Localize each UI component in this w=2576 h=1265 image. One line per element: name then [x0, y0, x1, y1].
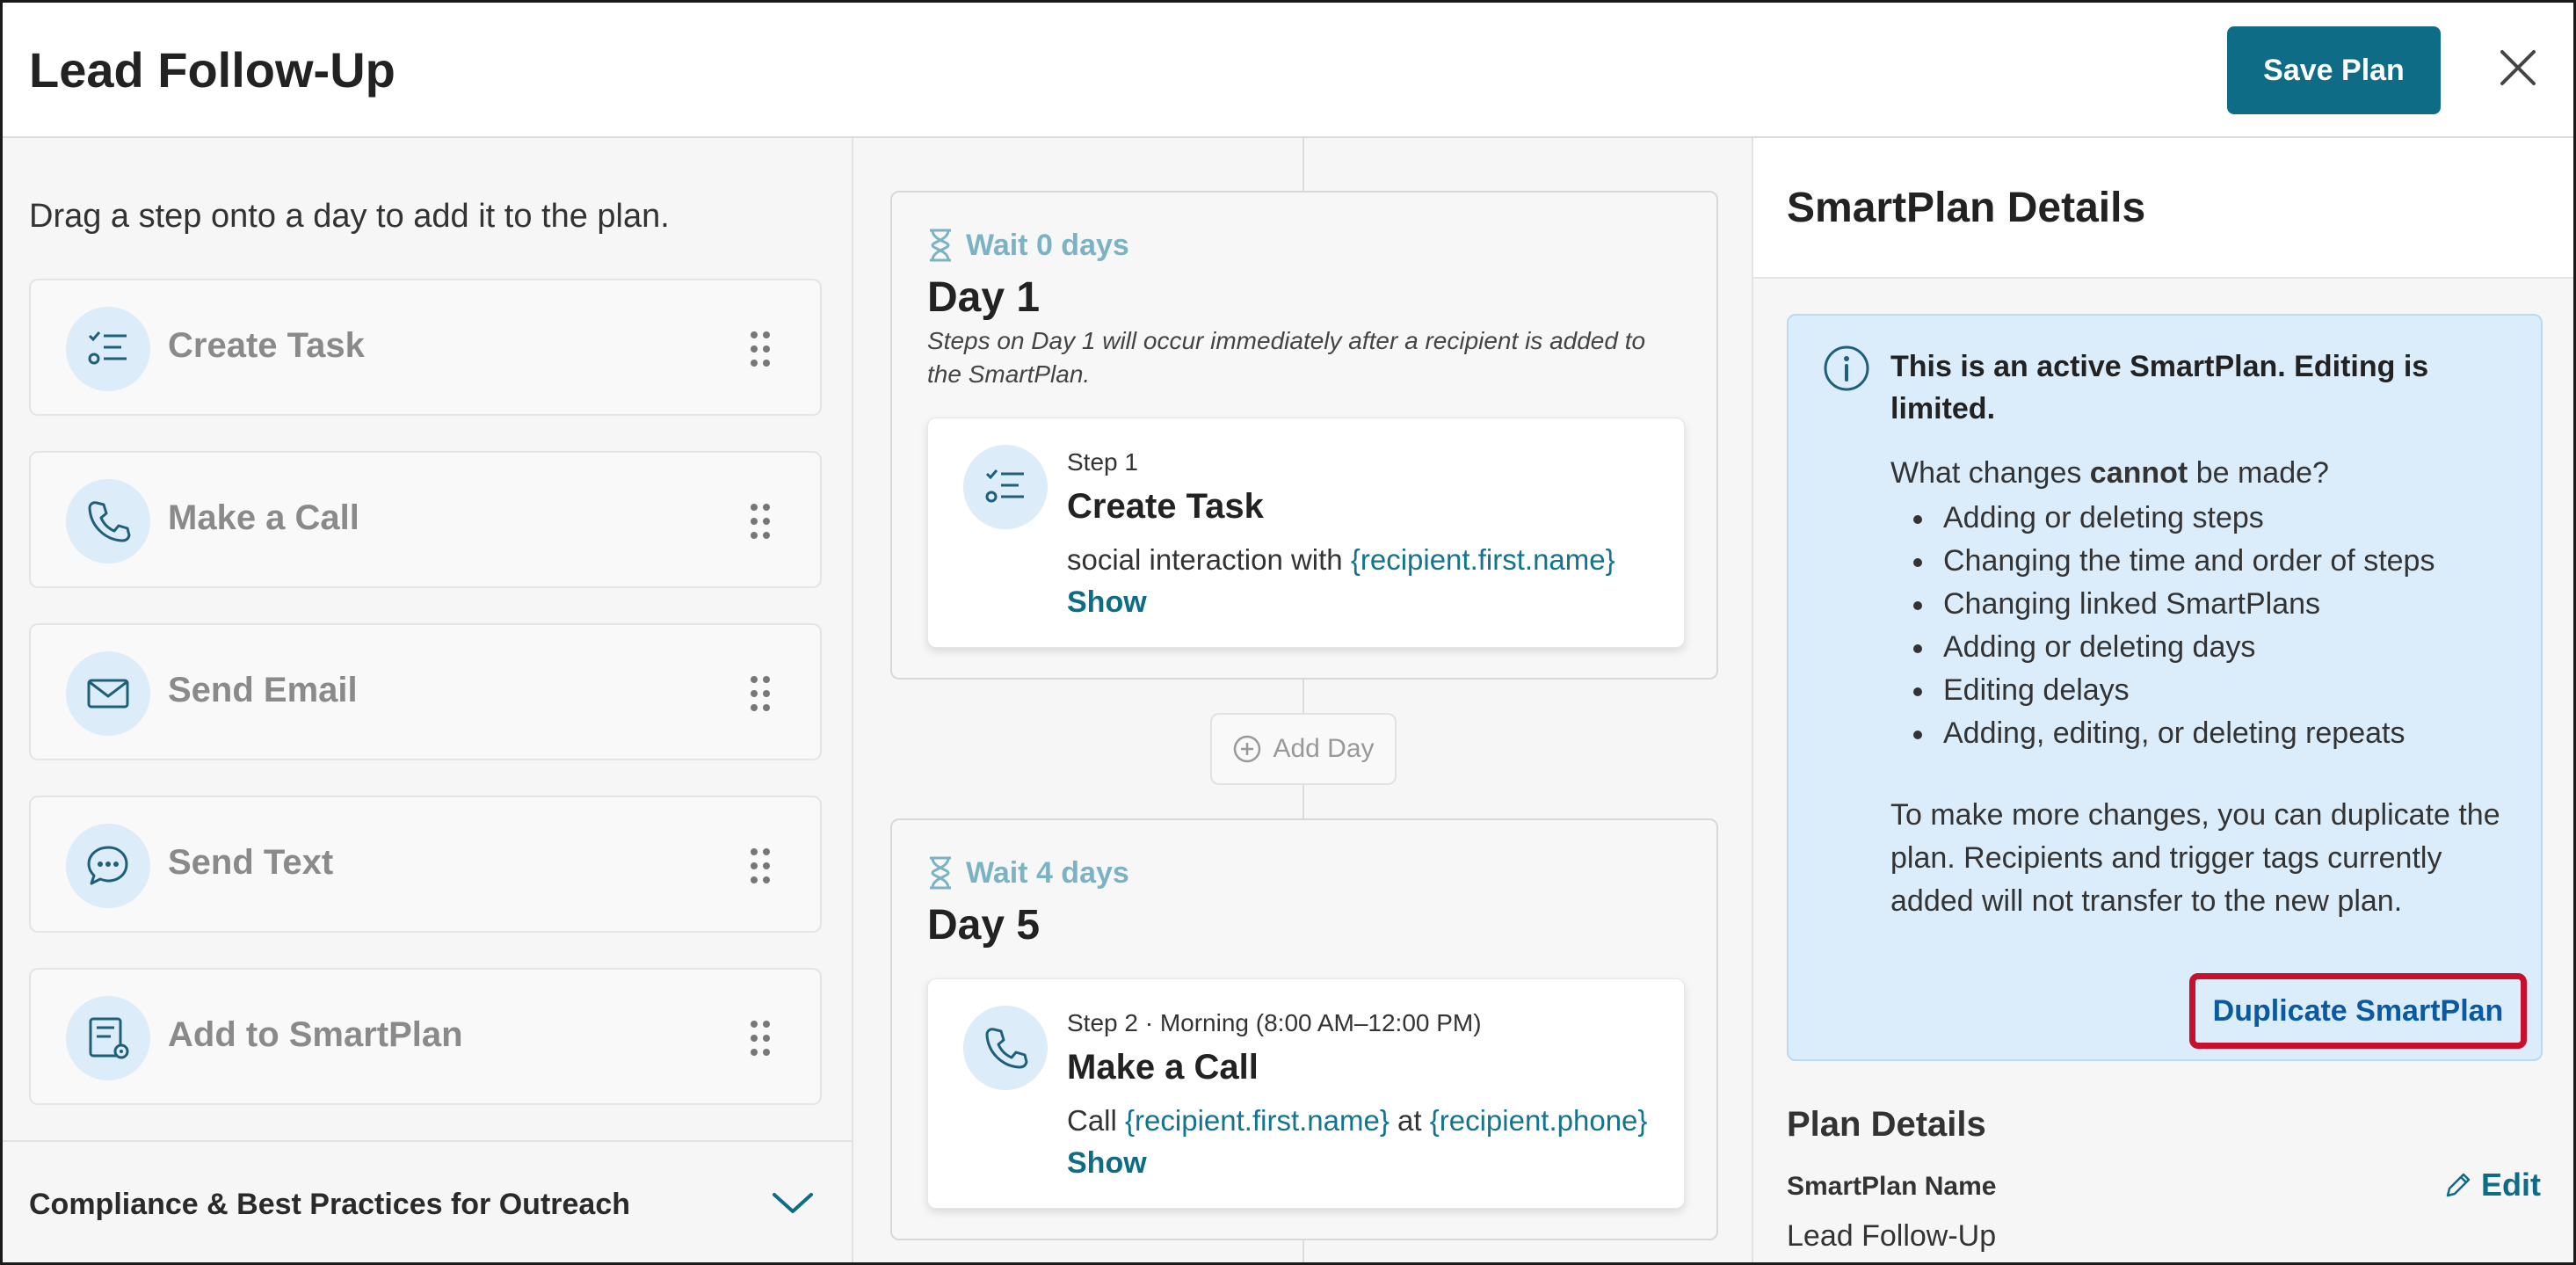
drag-handle-icon[interactable] [748, 330, 773, 368]
drag-handle-icon[interactable] [748, 674, 773, 713]
notice-question: What changes cannot be made? [1890, 456, 2329, 491]
plan-step-meta: Step 2 · Morning (8:00 AM–12:00 PM) [1067, 1009, 1482, 1036]
info-icon [1822, 344, 1871, 393]
plan-step-card[interactable]: Step 2 · Morning (8:00 AM–12:00 PM) Make… [927, 978, 1685, 1209]
wait-indicator[interactable]: Wait 0 days [927, 228, 1129, 263]
header-bar: Lead Follow-Up Save Plan [3, 3, 2573, 138]
envelope-icon [66, 651, 150, 736]
wait-label: Wait 0 days [966, 228, 1129, 262]
restriction-item: Adding or deleting steps [1890, 497, 2435, 540]
compliance-accordion[interactable]: Compliance & Best Practices for Outreach [3, 1140, 852, 1262]
phone-icon [963, 1006, 1048, 1090]
smartplan-gear-icon [66, 996, 150, 1080]
add-day-button[interactable]: Add Day [1210, 713, 1397, 785]
plan-name-value: Lead Follow-Up [1787, 1219, 1997, 1253]
plan-step-title: Make a Call [1067, 1048, 1259, 1087]
plan-step-body: Call {recipient.first.name} at {recipien… [1067, 1104, 1673, 1138]
palette-step-label: Make a Call [168, 498, 359, 537]
palette-step-send-text[interactable]: Send Text [29, 796, 822, 933]
edit-plan-name-link[interactable]: Edit [2442, 1167, 2541, 1203]
plan-step-title: Create Task [1067, 487, 1264, 526]
task-list-icon [963, 445, 1048, 529]
restriction-item: Changing the time and order of steps [1890, 540, 2435, 583]
restriction-item: Changing linked SmartPlans [1890, 583, 2435, 626]
hourglass-icon [930, 856, 951, 890]
close-icon[interactable] [2490, 40, 2546, 96]
plus-circle-icon [1234, 735, 1261, 763]
day-card-5: Wait 4 days Day 5 Step 2 · Morning (8:00… [890, 818, 1718, 1240]
smartplan-details-panel: SmartPlan Details This is an active Smar… [1753, 138, 2573, 1262]
drag-handle-icon[interactable] [748, 1019, 773, 1058]
drag-handle-icon[interactable] [748, 847, 773, 885]
page-title: Lead Follow-Up [29, 42, 395, 98]
plan-timeline: Wait 0 days Day 1 Steps on Day 1 will oc… [853, 138, 1753, 1262]
app-window: Lead Follow-Up Save Plan Drag a step ont… [0, 0, 2576, 1265]
day-card-1: Wait 0 days Day 1 Steps on Day 1 will oc… [890, 191, 1718, 680]
details-body: This is an active SmartPlan. Editing is … [1753, 279, 2573, 1262]
chevron-down-icon[interactable] [771, 1189, 815, 1216]
notice-heading: This is an active SmartPlan. Editing is … [1890, 350, 2429, 425]
merge-field: {recipient.first.name} [1350, 543, 1615, 576]
edit-label: Edit [2481, 1167, 2541, 1203]
plan-details-heading: Plan Details [1787, 1105, 1986, 1144]
palette-step-make-call[interactable]: Make a Call [29, 451, 822, 588]
question-prefix: What changes [1890, 456, 2090, 490]
show-link[interactable]: Show [1067, 585, 1147, 620]
details-header: SmartPlan Details [1753, 138, 2573, 279]
compliance-label: Compliance & Best Practices for Outreach [29, 1188, 631, 1221]
body-text: at [1389, 1104, 1430, 1137]
chat-bubble-icon [66, 824, 150, 908]
drag-handle-icon[interactable] [748, 502, 773, 541]
palette-step-label: Send Email [168, 671, 358, 709]
palette-step-add-to-smartplan[interactable]: Add to SmartPlan [29, 968, 822, 1105]
day-title: Day 5 [927, 902, 1041, 949]
wait-indicator[interactable]: Wait 4 days [927, 855, 1129, 891]
plan-name-label: SmartPlan Name [1787, 1172, 1997, 1201]
plan-step-body: social interaction with {recipient.first… [1067, 543, 1673, 577]
palette-step-create-task[interactable]: Create Task [29, 279, 822, 416]
plan-step-meta: Step 1 [1067, 448, 1138, 476]
phone-icon [66, 479, 150, 563]
palette-step-label: Create Task [168, 326, 365, 365]
palette-step-label: Add to SmartPlan [168, 1015, 463, 1054]
notice-paragraph: To make more changes, you can duplicate … [1890, 798, 2500, 918]
palette-instruction: Drag a step onto a day to add it to the … [29, 198, 670, 235]
task-list-icon [66, 307, 150, 391]
restriction-item: Adding or deleting days [1890, 626, 2435, 669]
palette-step-send-email[interactable]: Send Email [29, 623, 822, 760]
body-text: social interaction with [1067, 543, 1351, 576]
merge-field: {recipient.phone} [1429, 1104, 1648, 1137]
question-emphasis: cannot [2089, 456, 2188, 490]
add-day-label: Add Day [1273, 734, 1375, 763]
save-plan-button[interactable]: Save Plan [2227, 26, 2441, 114]
step-palette: Drag a step onto a day to add it to the … [3, 138, 853, 1262]
plan-step-card[interactable]: Step 1 Create Task social interaction wi… [927, 418, 1685, 648]
day-title: Day 1 [927, 274, 1041, 321]
details-title: SmartPlan Details [1787, 185, 2146, 231]
duplicate-smartplan-button[interactable]: Duplicate SmartPlan [2189, 973, 2527, 1049]
restriction-item: Adding, editing, or deleting repeats [1890, 712, 2435, 755]
restriction-item: Editing delays [1890, 669, 2435, 712]
day-note: Steps on Day 1 will occur immediately af… [927, 327, 1646, 388]
restriction-list: Adding or deleting steps Changing the ti… [1890, 497, 2435, 755]
pencil-icon [2446, 1173, 2471, 1197]
question-suffix: be made? [2188, 456, 2329, 490]
hourglass-icon [930, 229, 951, 262]
merge-field: {recipient.first.name} [1125, 1104, 1390, 1137]
show-link[interactable]: Show [1067, 1146, 1147, 1181]
palette-step-label: Send Text [168, 843, 334, 882]
wait-label: Wait 4 days [966, 855, 1129, 890]
body-text: Call [1067, 1104, 1126, 1137]
active-plan-notice: This is an active SmartPlan. Editing is … [1787, 314, 2543, 1061]
